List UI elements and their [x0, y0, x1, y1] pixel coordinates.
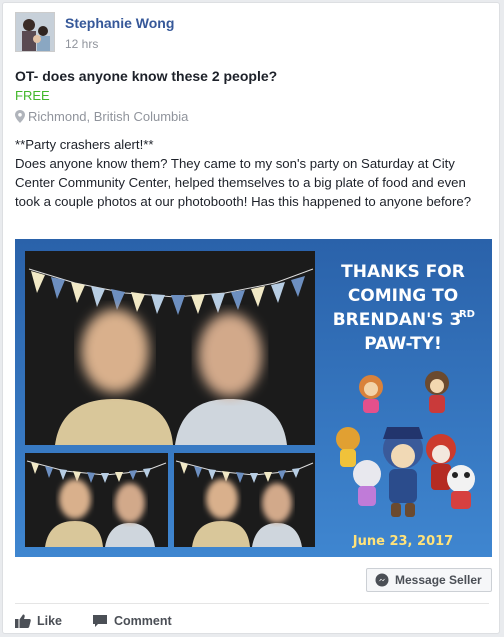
photobooth-small-frame-right: [174, 453, 315, 547]
message-seller-label: Message Seller: [395, 573, 482, 587]
listing-title: OT- does anyone know these 2 people?: [15, 68, 278, 84]
avatar[interactable]: [15, 12, 55, 52]
photo-caption-line-2: COMING TO: [348, 286, 458, 306]
like-label: Like: [37, 614, 63, 628]
marketplace-post-card: Stephanie Wong 12 hrs OT- does anyone kn…: [2, 2, 500, 634]
photo-caption-line-4: PAW-TY!: [364, 334, 442, 354]
comment-label: Comment: [114, 614, 172, 628]
photobooth-small-frame-left: [25, 453, 168, 547]
location-pin-icon: [15, 110, 25, 123]
post-actions-bar: Like Comment: [15, 611, 172, 631]
listing-price: FREE: [15, 88, 50, 103]
photo-party-date: June 23, 2017: [352, 534, 453, 549]
comment-button[interactable]: Comment: [92, 614, 172, 628]
like-button[interactable]: Like: [15, 614, 62, 628]
listing-photo[interactable]: THANKS FOR COMING TO BRENDAN'S 3 RD PAW-…: [15, 239, 492, 557]
post-description: **Party crashers alert!** Does anyone kn…: [15, 135, 489, 211]
author-name[interactable]: Stephanie Wong: [65, 15, 174, 31]
action-divider: [15, 603, 489, 604]
photo-caption-superscript: RD: [459, 309, 475, 320]
message-seller-button[interactable]: Message Seller: [366, 568, 492, 592]
post-timestamp[interactable]: 12 hrs: [65, 37, 98, 51]
photobooth-main-frame: [25, 251, 315, 445]
description-line-2: Does anyone know them? They came to my s…: [15, 156, 472, 209]
messenger-icon: [375, 573, 389, 587]
photo-caption-line-1: THANKS FOR: [341, 262, 465, 282]
description-line-1: **Party crashers alert!**: [15, 137, 154, 152]
photo-caption-line-3: BRENDAN'S 3: [333, 310, 462, 330]
location-text: Richmond, British Columbia: [28, 109, 189, 124]
like-thumb-icon: [15, 614, 31, 628]
comment-icon: [93, 615, 108, 627]
listing-location: Richmond, British Columbia: [15, 109, 188, 124]
